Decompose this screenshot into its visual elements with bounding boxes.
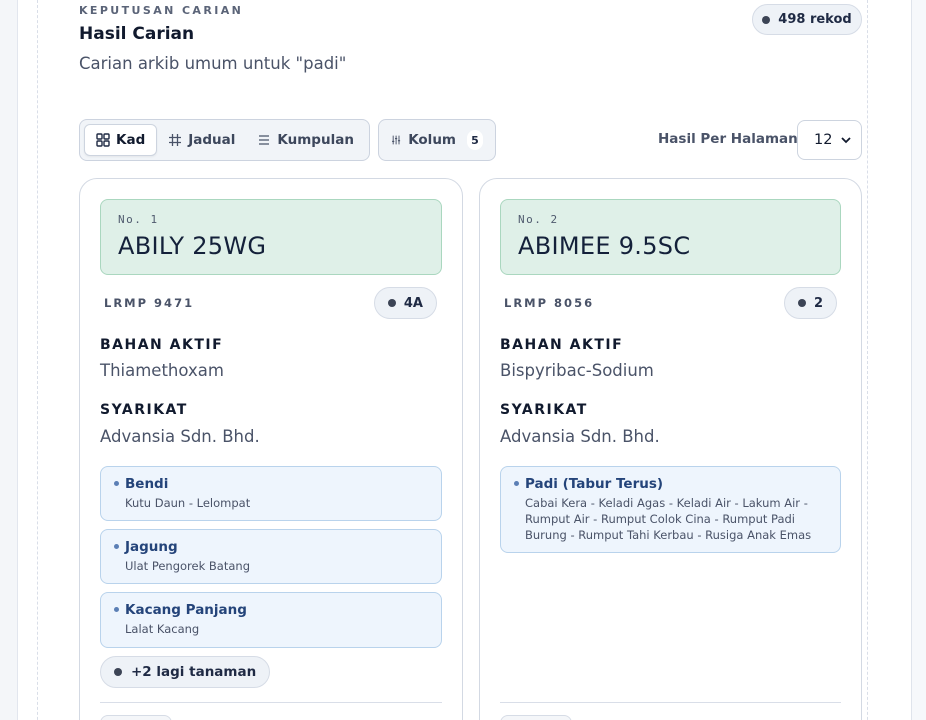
crop-pests: Lalat Kacang: [125, 622, 200, 636]
crop-name: Kacang Panjang: [125, 602, 247, 618]
active-ingredient-value: Bispyribac-Sodium: [500, 361, 654, 380]
lrmp-code: LRMP 9471: [104, 296, 195, 310]
lrmp-code: LRMP 8056: [504, 296, 595, 310]
chevron-down-icon: [841, 137, 851, 144]
section-kicker: KEPUTUSAN CARIAN: [79, 4, 244, 17]
status-dot-icon: [797, 299, 806, 307]
bullet-icon: [114, 544, 119, 549]
active-ingredient-value: Thiamethoxam: [100, 361, 224, 380]
company-label: SYARIKAT: [100, 402, 188, 418]
company-value: Advansia Sdn. Bhd.: [500, 427, 660, 446]
crop-pests: Cabai Kera - Keladi Agas - Keladi Air - …: [525, 496, 812, 542]
card-divider: [100, 702, 442, 703]
bullet-icon: [114, 607, 119, 612]
columns-label: Kolum: [408, 132, 456, 148]
crop-name: Jagung: [125, 539, 178, 555]
page-subtitle: Carian arkib umum untuk "padi": [79, 54, 347, 73]
crop-item: Jagung Ulat Pengorek Batang: [100, 529, 442, 584]
columns-button[interactable]: Kolum 5: [378, 119, 496, 161]
product-header: No. 1 ABILY 25WG: [100, 199, 442, 275]
crop-name: Bendi: [125, 476, 169, 492]
record-count-text: 498 rekod: [778, 12, 852, 27]
crop-item: Padi (Tabur Terus) Cabai Kera - Keladi A…: [500, 466, 841, 553]
card-action-button[interactable]: [500, 715, 572, 720]
right-gutter: [912, 0, 926, 720]
status-dot-icon: [762, 15, 771, 24]
table-icon: [169, 134, 182, 146]
group-badge-text: 4A: [403, 295, 423, 311]
view-group-label: Kumpulan: [277, 132, 354, 148]
card-action-button[interactable]: [100, 715, 172, 720]
bullet-icon: [114, 481, 119, 486]
active-ingredient-label: BAHAN AKTIF: [100, 337, 224, 353]
product-header: No. 2 ABIMEE 9.5SC: [500, 199, 841, 275]
view-card-button[interactable]: Kad: [84, 124, 158, 156]
view-card-label: Kad: [116, 132, 146, 148]
more-crops-button[interactable]: +2 lagi tanaman: [100, 656, 271, 688]
product-name: ABIMEE 9.5SC: [518, 232, 691, 260]
card-divider: [500, 702, 841, 703]
crop-item: Kacang Panjang Lalat Kacang: [100, 592, 442, 648]
card-number: No. 2: [518, 213, 559, 226]
more-crops-text: +2 lagi tanaman: [131, 664, 257, 680]
bullet-icon: [514, 481, 519, 486]
per-page-select[interactable]: 12: [797, 120, 862, 160]
active-ingredient-label: BAHAN AKTIF: [500, 337, 624, 353]
product-name: ABILY 25WG: [118, 232, 267, 260]
per-page-label: Hasil Per Halaman: [658, 131, 798, 147]
crop-pests: Ulat Pengorek Batang: [125, 559, 250, 573]
page-title: Hasil Carian: [79, 24, 195, 44]
list-icon: [259, 135, 270, 145]
columns-count-badge: 5: [467, 130, 483, 150]
left-gutter: [0, 0, 18, 720]
group-badge: 2: [783, 287, 837, 319]
record-count-badge: 498 rekod: [752, 4, 862, 35]
group-badge: 4A: [373, 287, 437, 319]
per-page-value: 12: [814, 132, 833, 148]
view-table-label: Jadual: [188, 132, 236, 148]
group-badge-text: 2: [813, 295, 823, 311]
view-switcher: Kad Jadual Kumpulan: [79, 119, 370, 161]
result-card[interactable]: No. 2 ABIMEE 9.5SC LRMP 8056 2 BAHAN AKT…: [479, 178, 862, 720]
grid-icon: [96, 133, 110, 147]
crop-name: Padi (Tabur Terus): [525, 476, 664, 492]
company-label: SYARIKAT: [500, 402, 588, 418]
crop-pests: Kutu Daun - Lelompat: [125, 496, 251, 510]
view-group-button[interactable]: Kumpulan: [246, 124, 365, 156]
result-card[interactable]: No. 1 ABILY 25WG LRMP 9471 4A BAHAN AKTI…: [79, 178, 463, 720]
status-dot-icon: [114, 668, 122, 676]
sliders-icon: [392, 135, 401, 145]
status-dot-icon: [387, 299, 396, 307]
card-number: No. 1: [118, 213, 159, 226]
crop-item: Bendi Kutu Daun - Lelompat: [100, 466, 442, 521]
view-table-button[interactable]: Jadual: [157, 124, 246, 156]
company-value: Advansia Sdn. Bhd.: [100, 427, 260, 446]
